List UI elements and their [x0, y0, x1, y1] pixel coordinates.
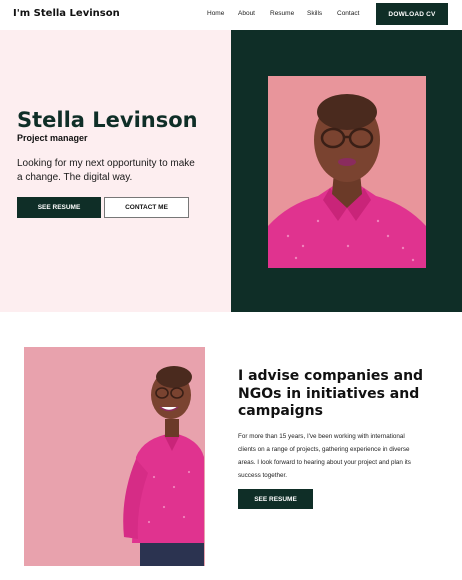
- portrait-illustration: [268, 76, 426, 268]
- about-photo: [24, 347, 205, 566]
- see-resume-button[interactable]: SEE RESUME: [17, 197, 101, 218]
- nav-link-contact[interactable]: Contact: [337, 10, 359, 17]
- about-illustration: [24, 347, 205, 566]
- about-body-text: For more than 15 years, I've been workin…: [238, 433, 411, 479]
- hero-tagline: Looking for my next opportunity to make …: [17, 158, 195, 183]
- hero-portrait-photo: [268, 76, 426, 268]
- nav-link-about[interactable]: About: [238, 10, 255, 17]
- hero-name-heading: Stella Levinson: [17, 108, 198, 132]
- brand-logo[interactable]: I'm Stella Levinson: [13, 8, 120, 19]
- top-nav: I'm Stella Levinson Home About Resume Sk…: [0, 0, 462, 30]
- nav-link-skills[interactable]: Skills: [307, 10, 322, 17]
- hero-role-subtitle: Project manager: [17, 133, 88, 143]
- nav-link-home[interactable]: Home: [207, 10, 224, 17]
- contact-me-button[interactable]: CONTACT ME: [104, 197, 189, 218]
- nav-link-resume[interactable]: Resume: [270, 10, 294, 17]
- about-heading: I advise companies and NGOs in initiativ…: [238, 368, 424, 419]
- about-see-resume-button[interactable]: SEE RESUME: [238, 489, 313, 509]
- download-cv-button[interactable]: DOWLOAD CV: [376, 3, 448, 25]
